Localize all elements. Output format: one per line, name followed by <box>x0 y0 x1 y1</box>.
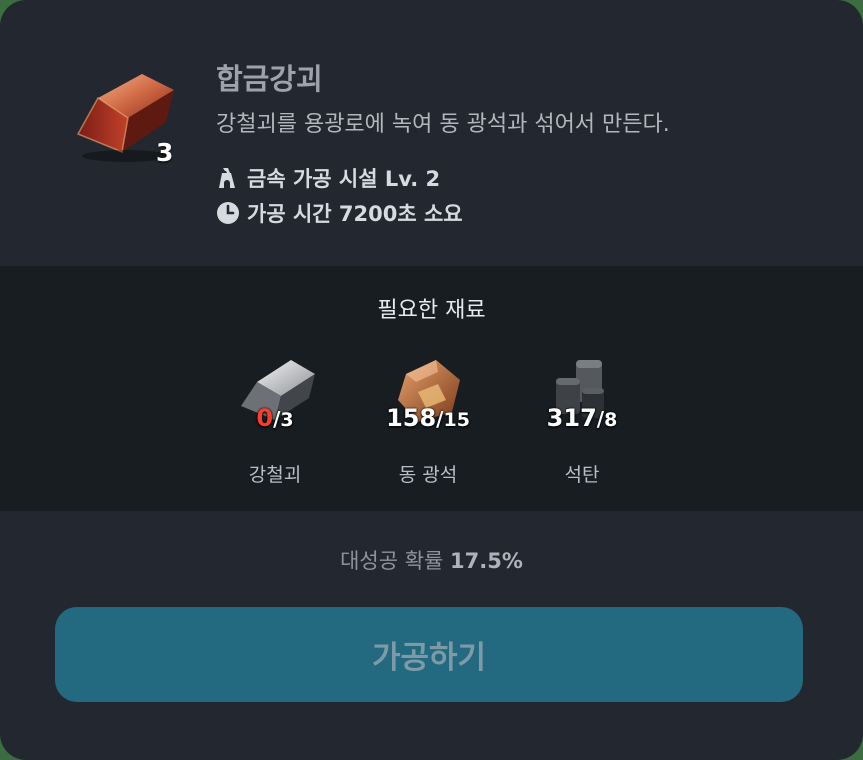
material-steel-ingot[interactable]: 0/3 강철괴 <box>210 352 340 492</box>
material-quantity: 0/3 <box>256 404 294 432</box>
item-description: 강철괴를 용광로에 녹여 동 광석과 섞어서 만든다. <box>216 112 670 137</box>
material-quantity: 317/8 <box>546 404 618 432</box>
facility-label: 금속 가공 시설 Lv. 2 <box>247 167 441 191</box>
craft-time: 가공 시간 7200초 소요 <box>216 198 463 228</box>
crafting-panel: 3 합금강괴 강철괴를 용광로에 녹여 동 광석과 섞어서 만든다. 금속 가공… <box>0 0 863 760</box>
materials-title: 필요한 재료 <box>377 298 486 323</box>
great-success-value: 17.5% <box>450 549 523 573</box>
craft-button[interactable]: 가공하기 <box>55 607 803 702</box>
furnace-icon <box>219 168 235 188</box>
great-success-label: 대성공 확률 <box>340 549 444 573</box>
required-materials-section: 필요한 재료 0/3 강철괴 158/15 동 광석 317/8 석탄 <box>0 266 863 511</box>
great-success-rate: 대성공 확률 17.5% <box>0 545 863 575</box>
material-coal[interactable]: 317/8 석탄 <box>517 352 647 492</box>
material-label: 동 광석 <box>398 464 458 486</box>
clock-icon <box>217 202 239 224</box>
item-name: 합금강괴 <box>216 62 323 96</box>
material-quantity: 158/15 <box>386 404 470 432</box>
facility-requirement: 금속 가공 시설 Lv. 2 <box>216 163 440 193</box>
craft-time-label: 가공 시간 7200초 소요 <box>247 202 463 226</box>
item-count: 3 <box>156 138 174 167</box>
material-label: 석탄 <box>564 464 600 486</box>
material-copper-ore[interactable]: 158/15 동 광석 <box>363 352 493 492</box>
material-label: 강철괴 <box>248 464 302 486</box>
